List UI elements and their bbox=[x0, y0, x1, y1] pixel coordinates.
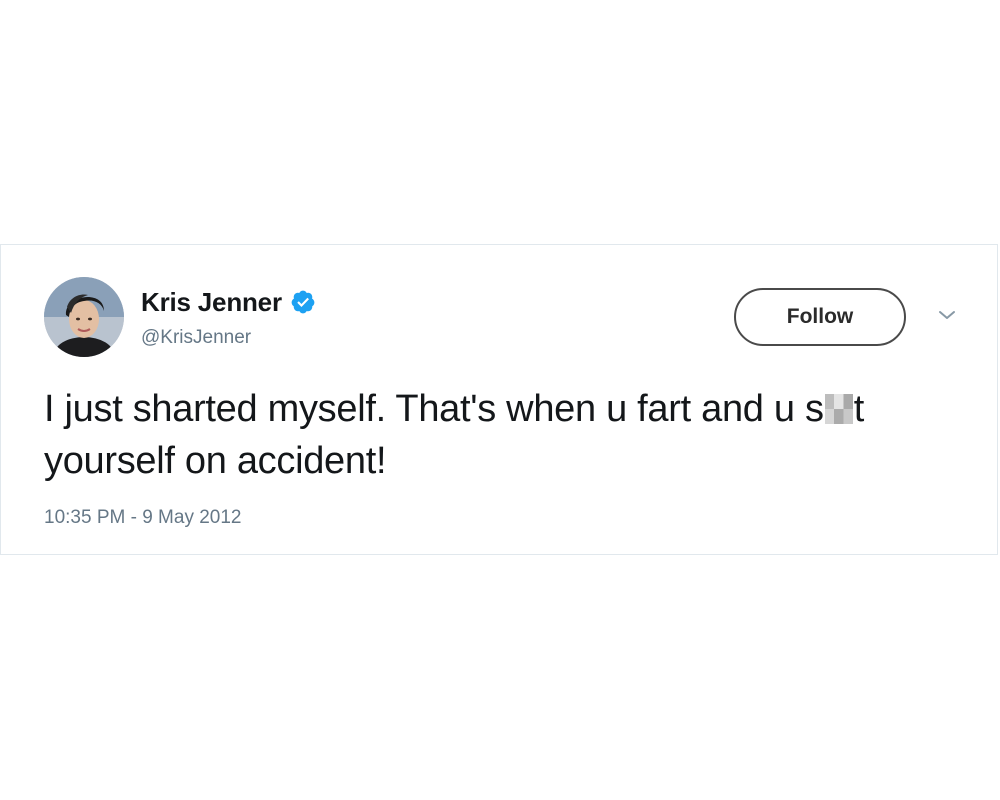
follow-button[interactable]: Follow bbox=[734, 288, 906, 346]
tweet-card: Kris Jenner @KrisJenner Follow I just sh… bbox=[0, 244, 998, 555]
verified-badge-icon bbox=[290, 289, 316, 315]
avatar[interactable] bbox=[44, 277, 124, 357]
chevron-down-icon[interactable] bbox=[936, 307, 958, 323]
page: Kris Jenner @KrisJenner Follow I just sh… bbox=[0, 0, 1000, 800]
author-handle[interactable]: @KrisJenner bbox=[141, 327, 251, 349]
tweet-text-part-1: I just sharted myself. That's when u far… bbox=[44, 388, 824, 430]
author-display-name[interactable]: Kris Jenner bbox=[141, 287, 282, 318]
author-name-row: Kris Jenner bbox=[141, 285, 316, 319]
tweet-timestamp[interactable]: 10:35 PM - 9 May 2012 bbox=[44, 507, 242, 529]
tweet-text: I just sharted myself. That's when u far… bbox=[44, 383, 964, 487]
censor-pixelation bbox=[824, 394, 853, 424]
avatar-image bbox=[44, 277, 124, 357]
